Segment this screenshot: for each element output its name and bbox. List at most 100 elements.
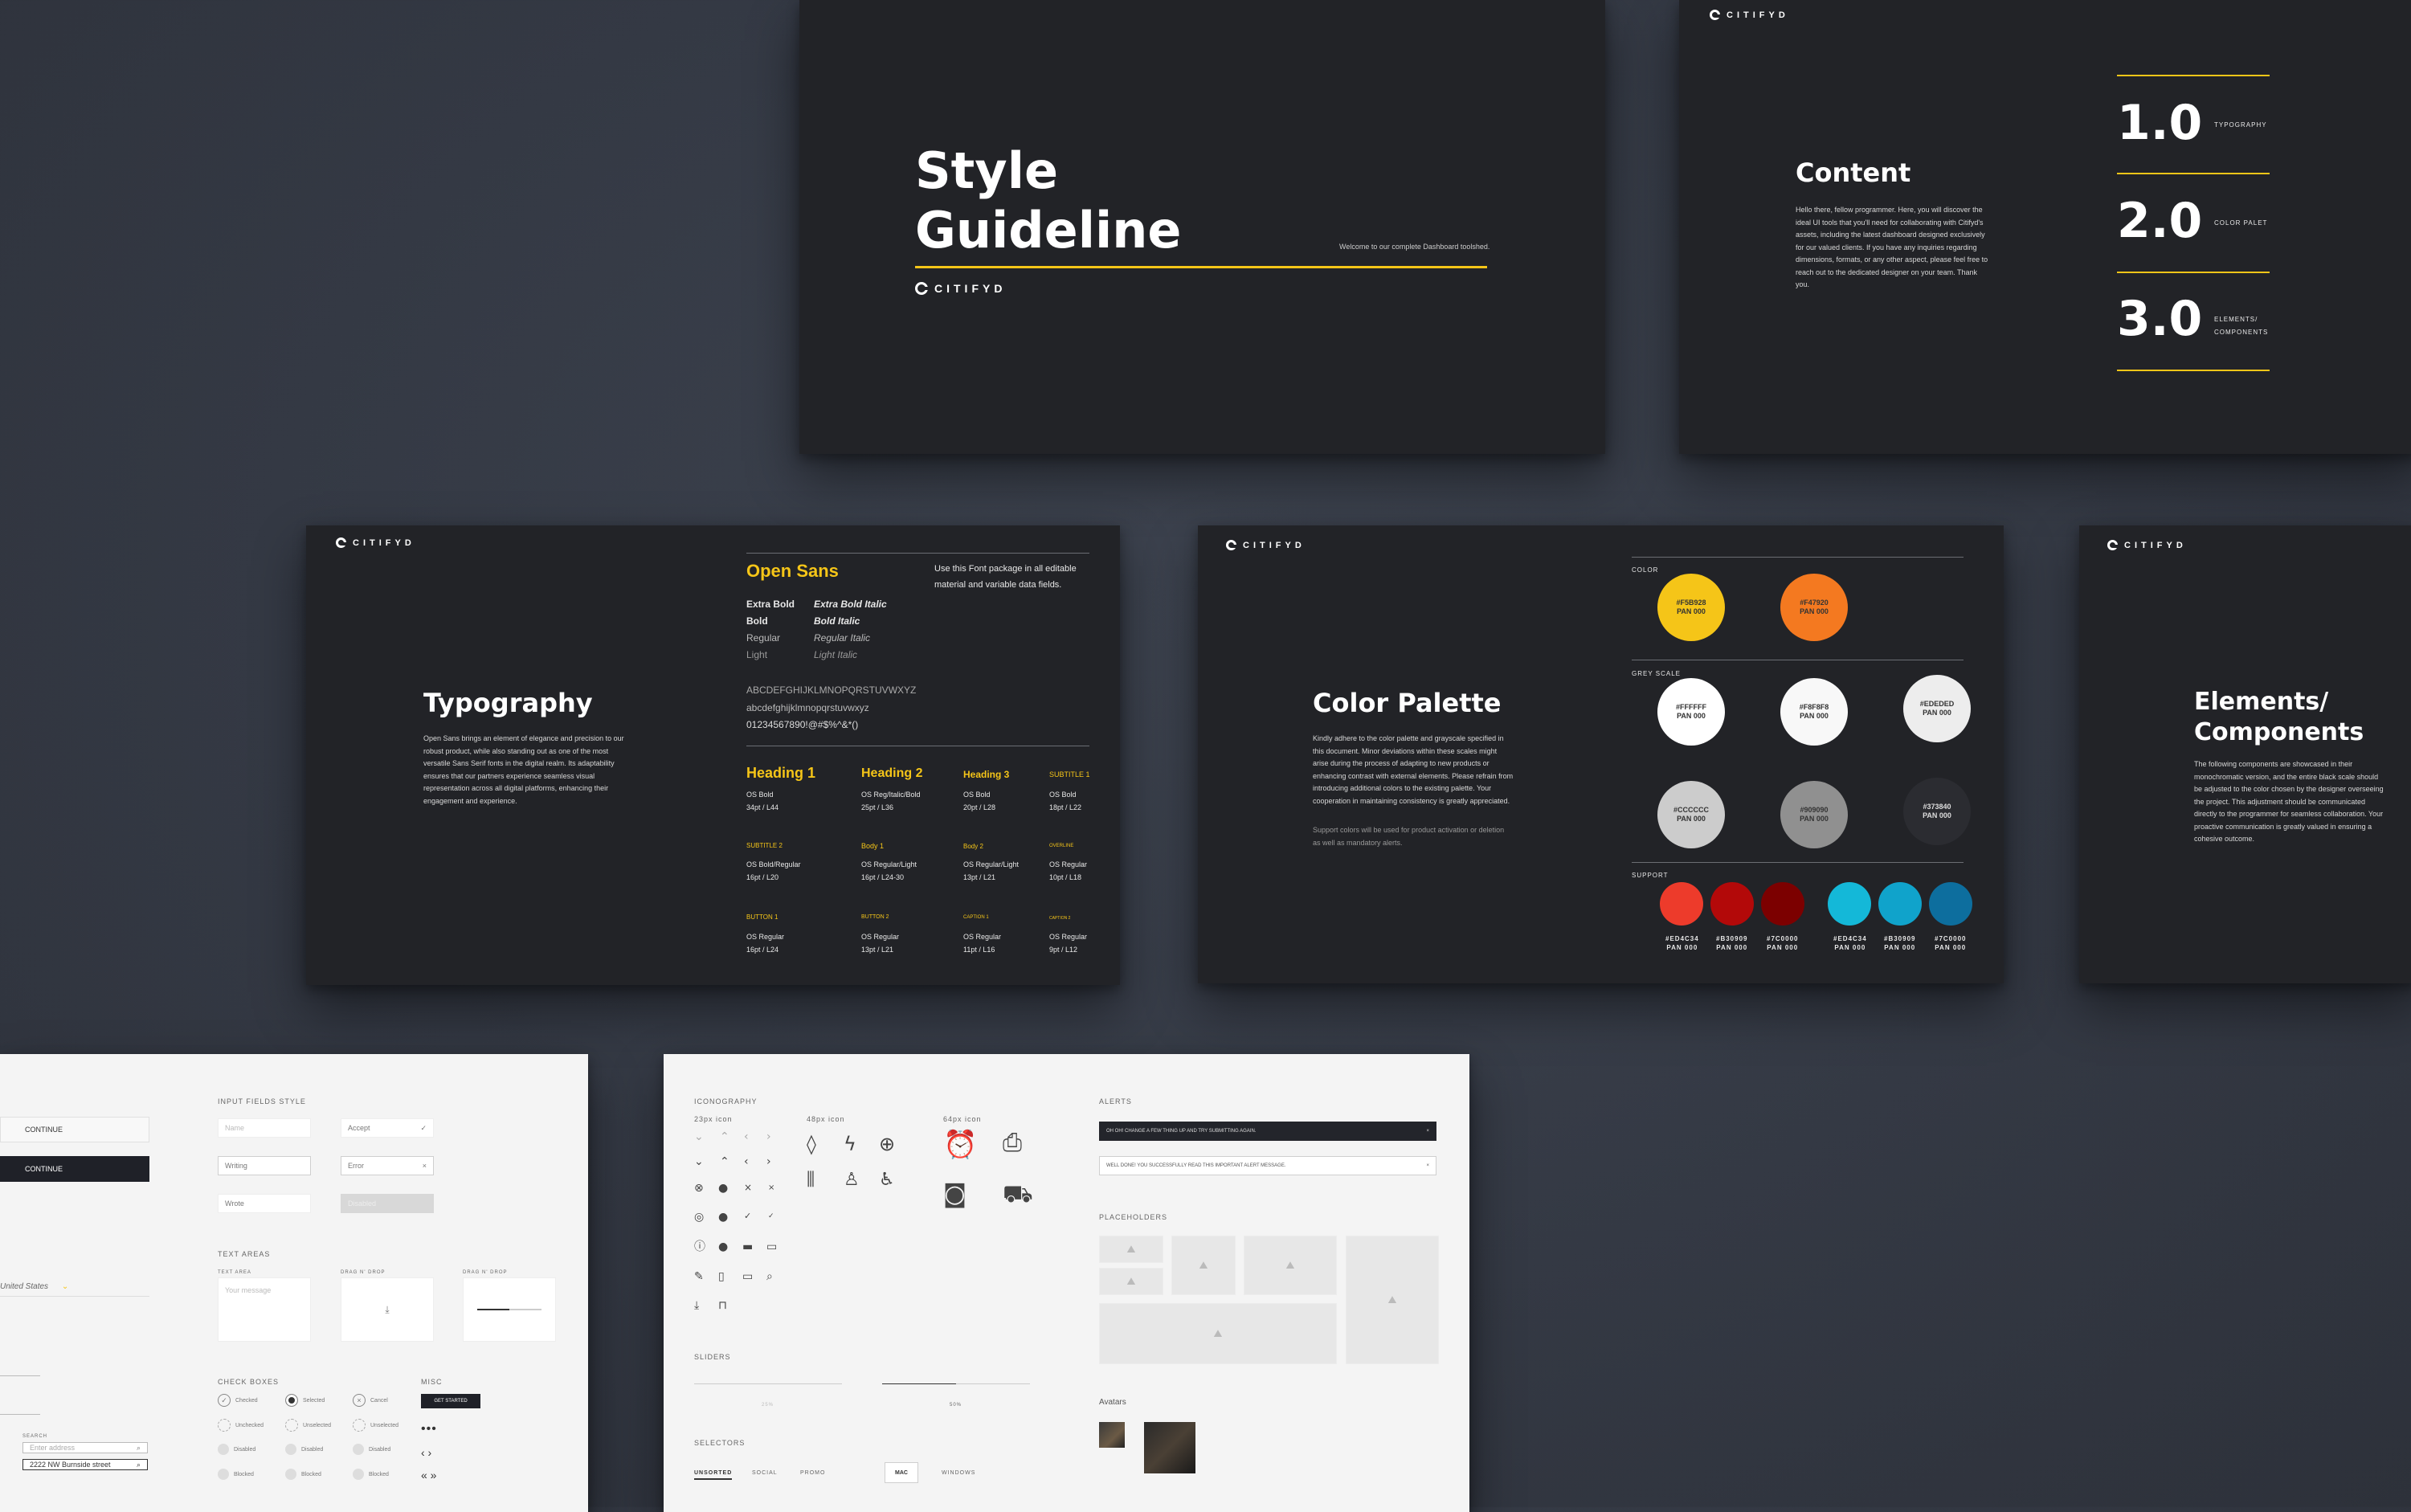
elements-card: CITIFYD Elements/ Components The followi…	[2079, 525, 2411, 983]
checkbox[interactable]	[218, 1419, 231, 1432]
radio[interactable]	[285, 1394, 298, 1407]
drag-drop-label: DRAG N' DROP	[463, 1270, 508, 1275]
content-rule-2	[2117, 173, 2270, 174]
lightning-icon: ϟ	[844, 1133, 856, 1155]
style-name: CAPTION 1	[963, 915, 989, 920]
brand-mark-icon	[336, 537, 346, 548]
components-card: CONTINUE CONTINUE INPUT FIELDS STYLE Nam…	[0, 1054, 588, 1512]
style-spec: 13pt / L21	[861, 946, 894, 954]
continue-button-outline[interactable]: CONTINUE	[0, 1117, 149, 1142]
prev-next-icon[interactable]: ‹ ›	[421, 1446, 431, 1459]
grey-swatch: #909090 PAN 000	[1780, 781, 1848, 848]
avatars-label: Avatars	[1099, 1398, 1126, 1407]
palette-note: Support colors will be used for product …	[1313, 826, 1505, 847]
style-name: Heading 2	[861, 766, 923, 780]
cancel-checkbox[interactable]: ×	[353, 1394, 366, 1407]
water-drop-icon: ◊	[807, 1133, 816, 1155]
style-spec: 11pt / L16	[963, 946, 995, 954]
bar-chart-icon: ⫼	[807, 1170, 815, 1190]
avatar	[1144, 1422, 1195, 1473]
style-name: Body 1	[861, 842, 885, 850]
selector-mac[interactable]: MAC	[885, 1462, 918, 1483]
style-name: BUTTON 2	[861, 914, 889, 920]
alerts-label: ALERTS	[1099, 1097, 1132, 1105]
checkbox	[353, 1444, 364, 1455]
first-last-icon[interactable]: « »	[421, 1469, 436, 1481]
close-icon: ×	[422, 1162, 427, 1170]
drag-drop-area[interactable]	[463, 1277, 556, 1342]
slider-track[interactable]	[694, 1383, 842, 1384]
cover-title-line2: Guideline	[915, 201, 1182, 259]
content-rule-3	[2117, 272, 2270, 273]
section-label: TYPOGRAPHY	[2214, 121, 2267, 129]
support-code: #7C0000 PAN 000	[1767, 935, 1799, 951]
checkbox	[218, 1469, 229, 1480]
icons-card: ICONOGRAPHY 23px icon 48px icon 64px ico…	[664, 1054, 1469, 1512]
chevron-right-icon: ›	[766, 1155, 771, 1168]
checkbox[interactable]: ✓	[218, 1394, 231, 1407]
iconography-label: ICONOGRAPHY	[694, 1097, 758, 1105]
content-rule-1	[2117, 75, 2270, 76]
grey-label: GREY SCALE	[1632, 670, 1681, 677]
writing-field[interactable]: Writing	[218, 1156, 311, 1175]
info-icon: ⓘ	[694, 1240, 705, 1253]
alert-icon: ●	[718, 1240, 729, 1253]
country-select[interactable]: United States ⌄	[0, 1282, 80, 1291]
checkbox	[218, 1444, 229, 1455]
close-icon: ×	[744, 1182, 753, 1193]
weight-name-italic: Regular Italic	[814, 632, 871, 644]
chevron-up-icon: ⌃	[720, 1130, 729, 1143]
style-name: SUBTITLE 2	[746, 842, 783, 849]
search-icon: ⌕	[136, 1443, 141, 1452]
radio	[285, 1444, 296, 1455]
accessibility-icon: ♿	[879, 1170, 895, 1190]
check-icon: ✓	[744, 1211, 752, 1221]
weight-name: Bold	[746, 615, 768, 627]
icon-size-label: 48px icon	[807, 1115, 845, 1123]
selector-windows[interactable]: WINDOWS	[942, 1470, 975, 1476]
wrote-field[interactable]: Wrote	[218, 1194, 311, 1213]
name-field[interactable]: Name	[218, 1118, 311, 1138]
drag-drop-label: DRAG N' DROP	[341, 1270, 386, 1275]
color-swatch: #F5B928 PAN 000	[1657, 574, 1725, 641]
weight-name: Regular	[746, 632, 781, 644]
selectors-label: SELECTORS	[694, 1439, 746, 1447]
support-code: #ED4C34 PAN 000	[1833, 935, 1867, 951]
selector-tab[interactable]: SOCIAL	[752, 1470, 778, 1476]
color-label: COLOR	[1632, 566, 1659, 574]
support-code: #B30909 PAN 000	[1716, 935, 1748, 951]
check-boxes-label: CHECK BOXES	[218, 1378, 280, 1386]
check-small-icon: ✓	[768, 1212, 774, 1220]
color-swatch: #F47920 PAN 000	[1780, 574, 1848, 641]
chevron-down-icon: ⌄	[694, 1155, 704, 1168]
text-area[interactable]: Your message	[218, 1277, 311, 1342]
drag-drop-area[interactable]: ⤓	[341, 1277, 434, 1342]
selector-tab[interactable]: UNSORTED	[694, 1470, 733, 1480]
more-icon[interactable]: •••	[421, 1422, 437, 1436]
get-started-button[interactable]: GET STARTED	[421, 1394, 480, 1408]
check-icon: ✓	[420, 1123, 427, 1132]
error-field[interactable]: Error ×	[341, 1156, 434, 1175]
cover-logo: CITIFYD	[915, 282, 1006, 295]
continue-button[interactable]: CONTINUE	[0, 1156, 149, 1182]
accept-field[interactable]: Accept ✓	[341, 1118, 434, 1138]
style-name: Heading 3	[963, 769, 1010, 780]
palette-body: Kindly adhere to the color palette and g…	[1313, 734, 1514, 805]
close-icon[interactable]: ×	[1426, 1163, 1429, 1168]
font-rule	[746, 553, 1089, 554]
text-areas-label: TEXT AREAS	[218, 1250, 271, 1258]
selector-tab[interactable]: PROMO	[800, 1470, 825, 1476]
image-placeholder	[1099, 1268, 1163, 1295]
support-swatch	[1878, 882, 1922, 926]
search-input[interactable]: Enter address ⌕	[22, 1442, 148, 1453]
search-input-filled[interactable]: 2222 NW Burnside street ⌕	[22, 1459, 148, 1470]
section-label: ELEMENTS/ COMPONENTS	[2214, 316, 2269, 336]
radio[interactable]	[285, 1419, 298, 1432]
close-icon[interactable]: ×	[1426, 1129, 1429, 1134]
radio	[285, 1469, 296, 1480]
checkbox[interactable]	[353, 1419, 366, 1432]
elements-logo: CITIFYD	[2107, 540, 2187, 550]
elements-title-line2: Components	[2194, 718, 2364, 746]
style-spec: 16pt / L24	[746, 946, 779, 954]
section-number: 2.0	[2117, 193, 2203, 249]
